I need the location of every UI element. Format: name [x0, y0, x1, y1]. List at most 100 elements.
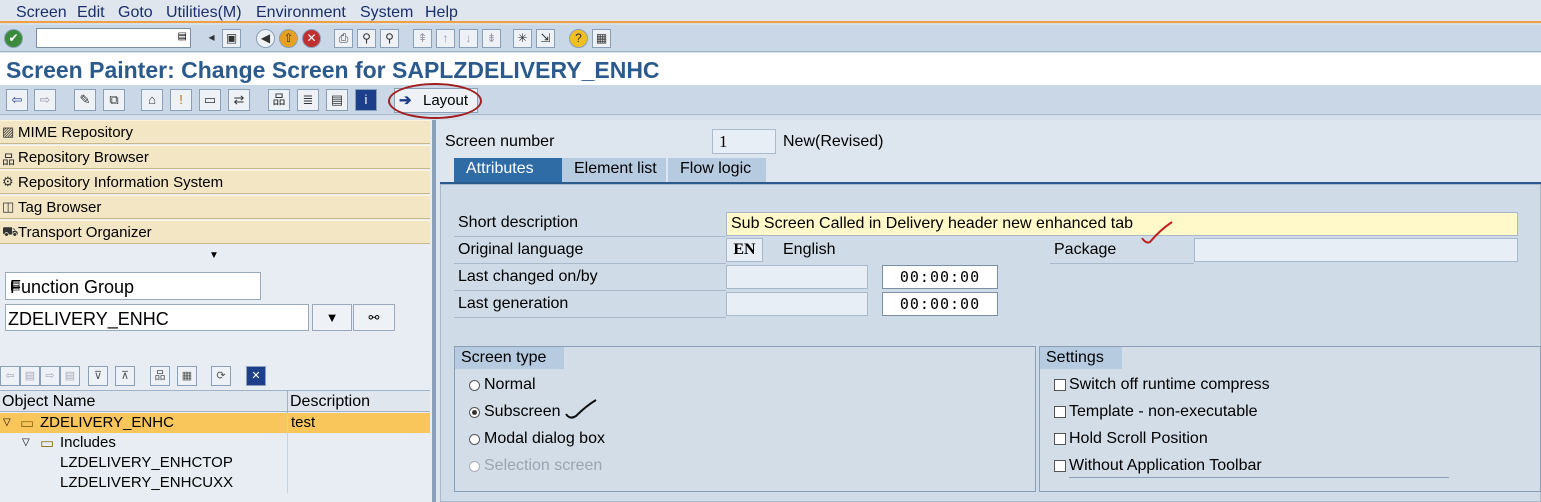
option-runtime-compress: Switch off runtime compress: [1069, 376, 1270, 393]
list-disabled-icon: ▤: [20, 366, 40, 386]
object-list-icon[interactable]: 品: [268, 89, 290, 111]
activate-icon[interactable]: !: [170, 89, 192, 111]
menu-help[interactable]: Help: [425, 4, 458, 22]
screen-number-field[interactable]: 1: [712, 129, 776, 154]
screen-type-title: Screen type: [455, 347, 565, 369]
menu-environment[interactable]: Environment: [256, 4, 346, 22]
nav-tag-browser[interactable]: ◫ Tag Browser: [0, 195, 430, 219]
checkmark-annotation-icon: [1141, 221, 1173, 244]
find-next-icon[interactable]: ⚲: [380, 29, 399, 48]
forward-arrow-icon[interactable]: ⇨: [34, 89, 56, 111]
nav-repository-info-system[interactable]: ⚙ Repository Information System: [0, 170, 430, 194]
nav-repository-browser[interactable]: 品 Repository Browser: [0, 145, 430, 169]
find-icon[interactable]: ⚲: [357, 29, 376, 48]
system-toolbar: ✔ ▤ ◂ ▣ ◀ ⇧ ✕ ⎙ ⚲ ⚲ ⇞ ↑ ↓ ⇟ ✳ ⇲ ? ▦: [0, 25, 1541, 52]
last-changed-label: Last changed on/by: [458, 268, 598, 285]
original-language-label: Original language: [458, 241, 584, 258]
package-field[interactable]: [1194, 238, 1518, 262]
back-arrow-icon[interactable]: ⇦: [6, 89, 28, 111]
info-icon[interactable]: i: [355, 89, 377, 111]
last-page-icon[interactable]: ⇟: [482, 29, 501, 48]
screen-number-label: Screen number: [445, 133, 555, 150]
screen-status: New(Revised): [783, 133, 884, 150]
tree-row[interactable]: ▽ ▭ ZDELIVERY_ENHC test: [0, 413, 430, 433]
collapse-node-icon[interactable]: ▽: [3, 417, 11, 428]
object-type-select[interactable]: Function Group ▤: [5, 272, 261, 300]
object-tree-header: Object Name Description: [0, 390, 430, 413]
tree-row[interactable]: LZDELIVERY_ENHCUXX: [0, 473, 430, 493]
forward-arrow-disabled-icon: ⇨: [40, 366, 60, 386]
navigation-window-icon[interactable]: ≣: [297, 89, 319, 111]
tab-flow-logic[interactable]: Flow logic: [668, 158, 766, 182]
expand-subtree-icon[interactable]: ⊽: [88, 366, 108, 386]
last-generation-date-field: [726, 292, 868, 316]
package-label: Package: [1054, 241, 1117, 258]
object-name-dropdown-button[interactable]: ▼: [312, 304, 352, 331]
first-page-icon[interactable]: ⇞: [413, 29, 432, 48]
exit-icon[interactable]: ⇧: [279, 29, 298, 48]
element-list-icon[interactable]: ▤: [326, 89, 348, 111]
print-icon[interactable]: ⎙: [334, 29, 353, 48]
navigation-pane: ▨ MIME Repository 品 Repository Browser ⚙ Re…: [0, 120, 432, 502]
settings-group: Settings Switch off runtime compress Tem…: [1039, 346, 1541, 492]
radio-modal-dialog[interactable]: [469, 434, 480, 445]
refresh-icon[interactable]: ⟳: [211, 366, 231, 386]
info-system-icon: ⚙: [2, 174, 14, 189]
object-name-input[interactable]: ZDELIVERY_ENHC: [5, 304, 309, 331]
column-description[interactable]: Description: [290, 393, 370, 411]
cancel-icon[interactable]: ✕: [302, 29, 321, 48]
original-language-field[interactable]: EN: [726, 238, 763, 262]
nav-transport-organizer[interactable]: ⛟ Transport Organizer: [0, 220, 430, 244]
short-description-field[interactable]: Sub Screen Called in Delivery header new…: [726, 212, 1518, 236]
where-used-icon[interactable]: ⇄: [228, 89, 250, 111]
column-object-name[interactable]: Object Name: [2, 393, 95, 411]
next-page-icon[interactable]: ↓: [459, 29, 478, 48]
radio-subscreen[interactable]: [469, 407, 480, 418]
save-icon[interactable]: ▣: [222, 29, 241, 48]
menu-utilities[interactable]: Utilities(M): [166, 4, 242, 22]
checkbox-without-toolbar[interactable]: [1054, 460, 1066, 472]
mime-icon: ▨: [2, 124, 15, 139]
collapse-icon[interactable]: ◂: [202, 29, 221, 48]
grid-icon[interactable]: ▦: [177, 366, 197, 386]
hierarchy-icon[interactable]: 品: [150, 366, 170, 386]
option-subscreen: Subscreen: [484, 403, 561, 420]
tab-attributes[interactable]: Attributes: [454, 158, 562, 182]
tree-row[interactable]: LZDELIVERY_ENHCTOP: [0, 453, 430, 473]
test-icon[interactable]: ▭: [199, 89, 221, 111]
check-icon[interactable]: ⌂: [141, 89, 163, 111]
back-icon[interactable]: ◀: [256, 29, 275, 48]
collapse-node-icon[interactable]: ▽: [22, 437, 30, 448]
tab-element-list[interactable]: Element list: [562, 158, 666, 182]
close-icon[interactable]: ✕: [246, 366, 266, 386]
radio-normal[interactable]: [469, 380, 480, 391]
checkbox-runtime-compress[interactable]: [1054, 379, 1066, 391]
hierarchy-icon: 品: [2, 152, 16, 167]
menu-goto[interactable]: Goto: [118, 4, 153, 22]
menu-edit[interactable]: Edit: [77, 4, 105, 22]
tree-row[interactable]: ▽ ▭ Includes: [0, 433, 430, 453]
enter-icon[interactable]: ✔: [4, 29, 23, 48]
page-title: Screen Painter: Change Screen for SAPLZD…: [6, 57, 660, 83]
display-object-button[interactable]: ⚯: [353, 304, 395, 331]
checkbox-template[interactable]: [1054, 406, 1066, 418]
list-disabled-icon: ▤: [60, 366, 80, 386]
expand-down-icon[interactable]: ▼: [209, 250, 219, 261]
help-icon[interactable]: ?: [569, 29, 588, 48]
checkbox-hold-scroll[interactable]: [1054, 433, 1066, 445]
nav-mime-repository[interactable]: ▨ MIME Repository: [0, 120, 430, 144]
option-selection-screen: Selection screen: [484, 457, 603, 474]
option-template: Template - non-executable: [1069, 403, 1258, 420]
command-field[interactable]: ▤: [36, 28, 191, 48]
create-session-icon[interactable]: ✳: [513, 29, 532, 48]
previous-page-icon[interactable]: ↑: [436, 29, 455, 48]
collapse-subtree-icon[interactable]: ⊼: [115, 366, 135, 386]
other-object-icon[interactable]: ⧉: [103, 89, 125, 111]
option-hold-scroll: Hold Scroll Position: [1069, 430, 1208, 447]
shortcut-icon[interactable]: ⇲: [536, 29, 555, 48]
menu-screen[interactable]: Screen: [16, 4, 67, 22]
display-change-icon[interactable]: ✎: [74, 89, 96, 111]
back-arrow-disabled-icon: ⇦: [0, 366, 20, 386]
menu-system[interactable]: System: [360, 4, 413, 22]
layout-menu-icon[interactable]: ▦: [592, 29, 611, 48]
